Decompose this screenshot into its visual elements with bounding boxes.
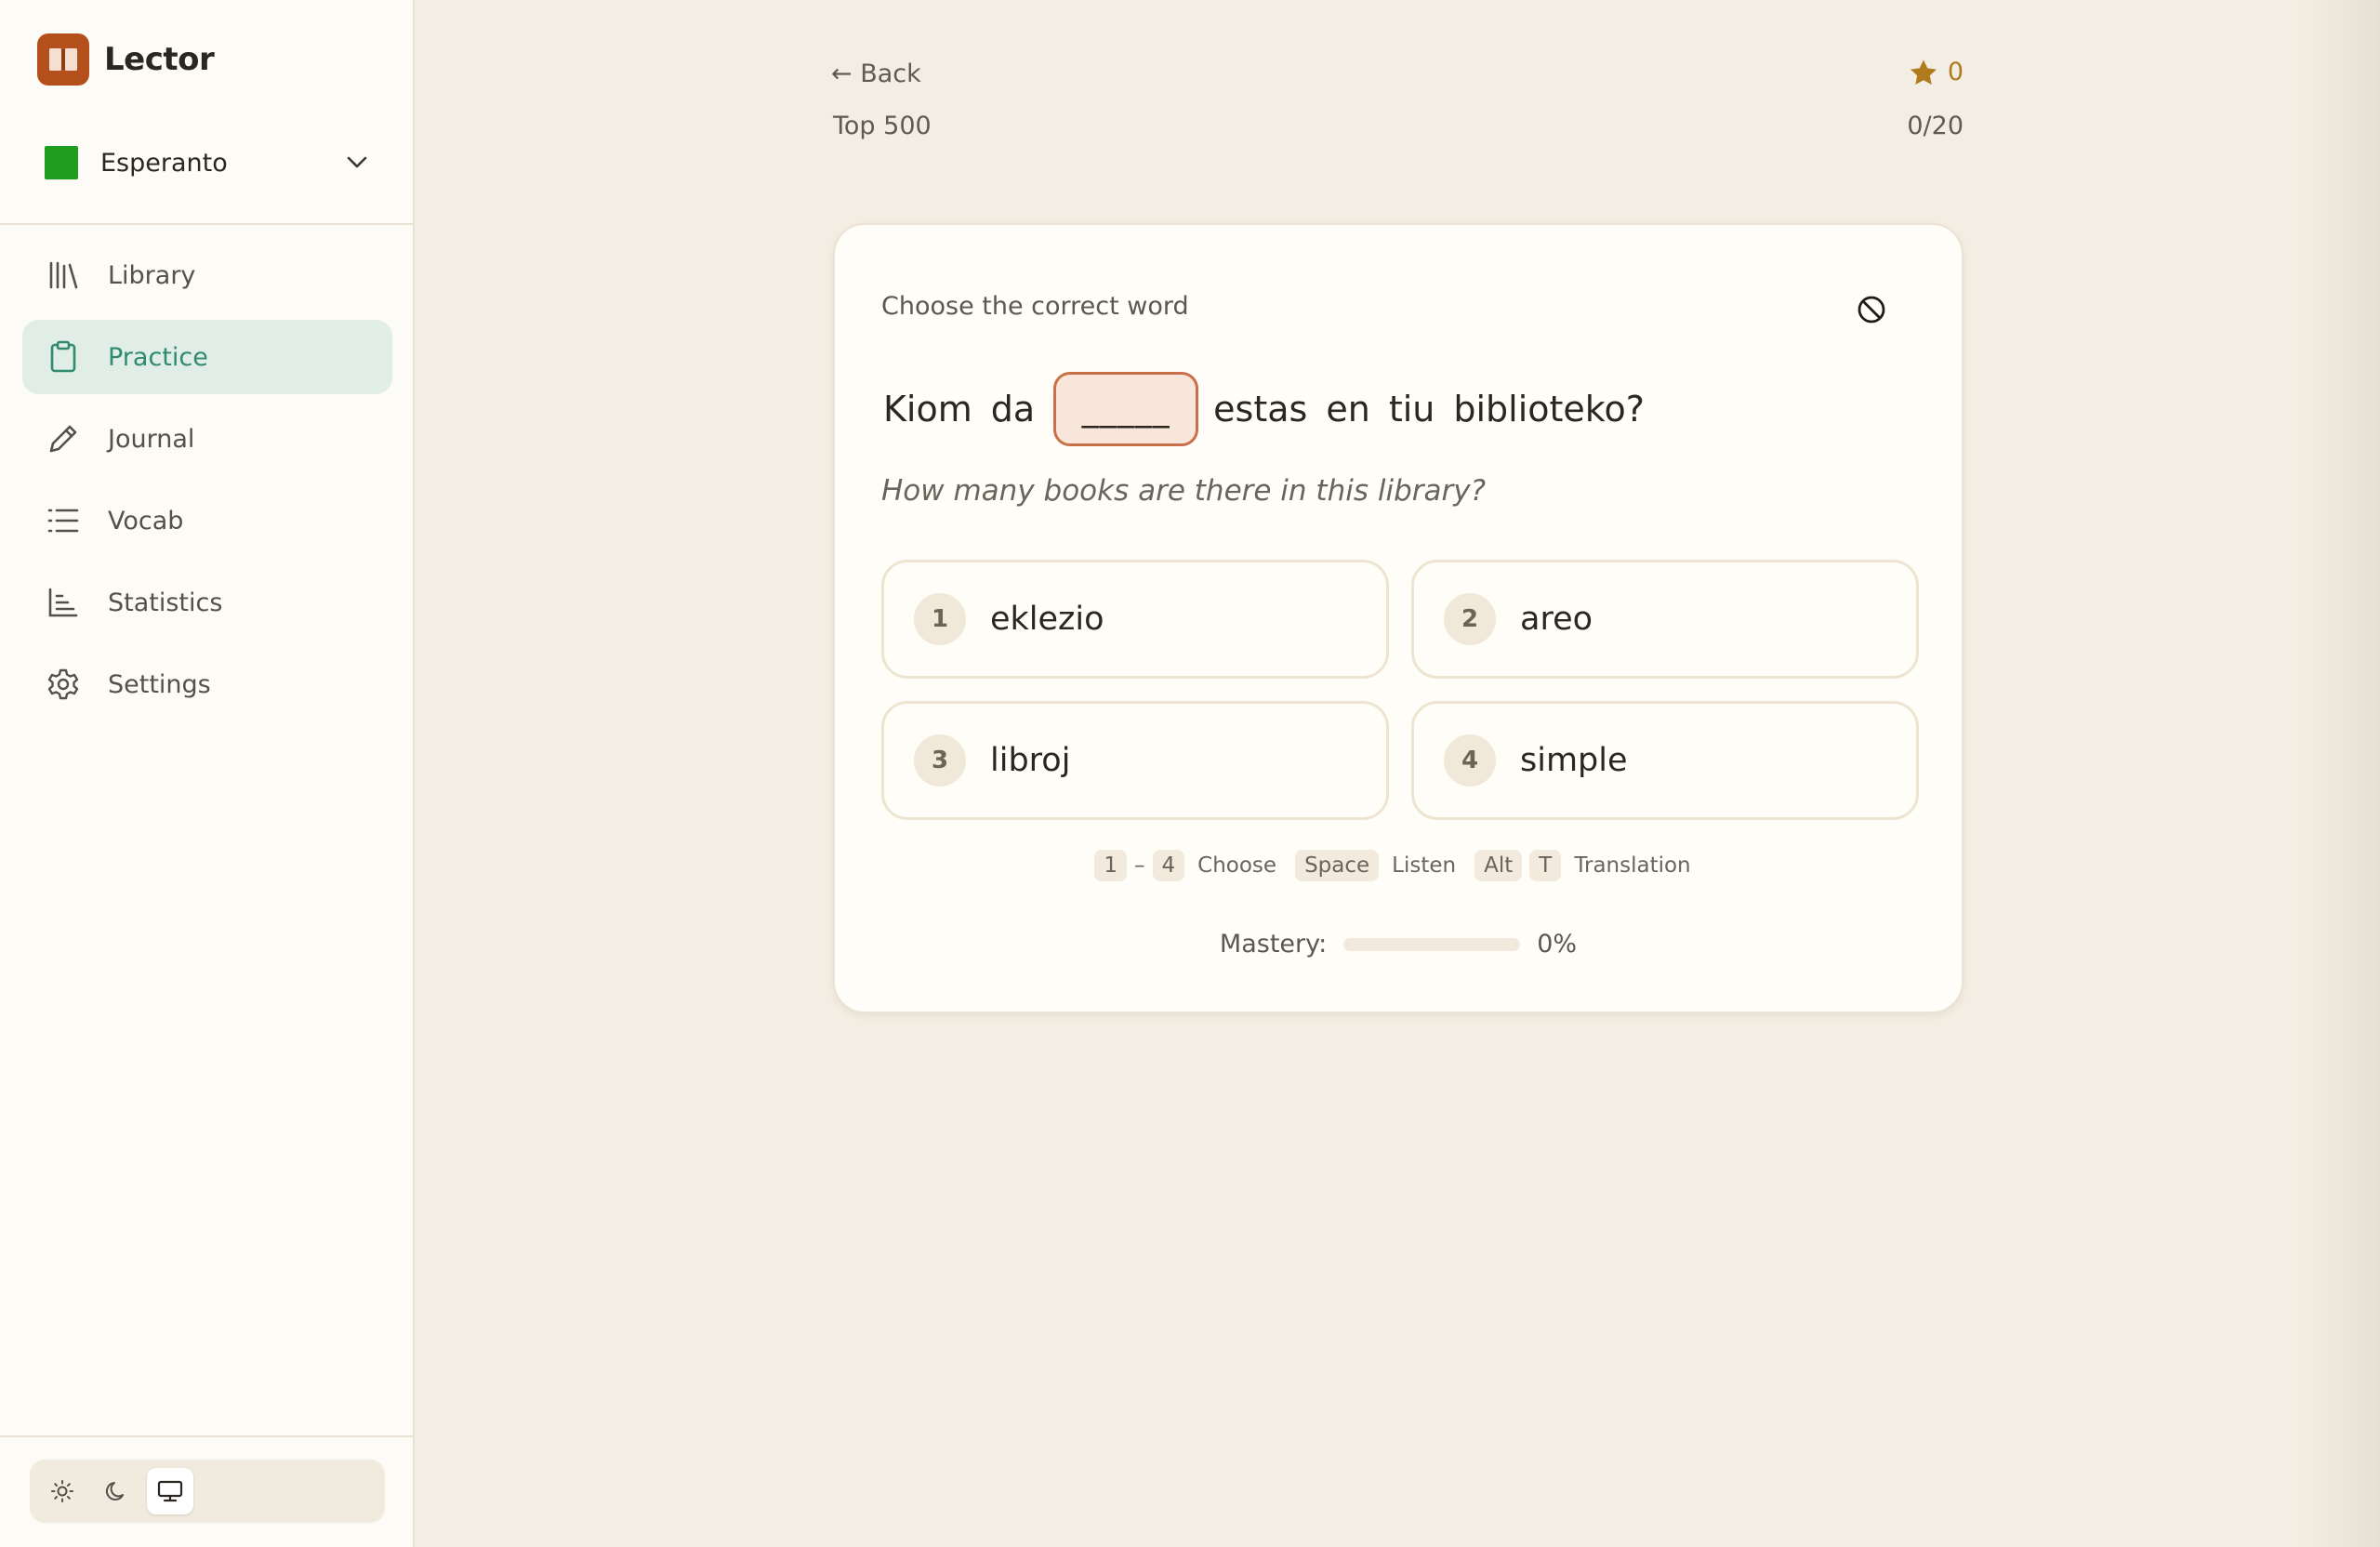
shortcut-key: T xyxy=(1529,850,1562,881)
brand[interactable]: Lector xyxy=(37,33,215,86)
answer-option-3[interactable]: 3 libroj xyxy=(881,701,1389,820)
sidebar-divider xyxy=(0,223,413,225)
option-word: areo xyxy=(1520,601,1593,638)
sentence-word: en xyxy=(1326,389,1370,430)
moon-icon xyxy=(105,1482,124,1501)
shortcut-range-dash: – xyxy=(1134,853,1145,878)
gear-icon xyxy=(45,666,82,703)
ban-icon xyxy=(1858,296,1885,324)
back-link[interactable]: ← Back xyxy=(831,60,921,88)
sentence-word: da xyxy=(990,389,1036,430)
shortcut-key: 1 xyxy=(1094,850,1127,881)
shortcut-key: 4 xyxy=(1152,850,1185,881)
sidebar: Lector Esperanto Library Practice Journa… xyxy=(0,0,415,1547)
sidebar-item-label: Library xyxy=(108,260,196,290)
mastery-value: 0% xyxy=(1537,930,1578,959)
sidebar-item-statistics[interactable]: Statistics xyxy=(22,565,392,640)
sentence-word: tiu xyxy=(1388,389,1435,430)
option-number: 4 xyxy=(1444,734,1496,787)
app-name: Lector xyxy=(104,41,215,78)
dark-theme-button[interactable] xyxy=(93,1468,139,1514)
exercise-sentence: Kiom da _____ estas en tiu biblioteko? xyxy=(883,372,1663,446)
deck-name: Top 500 xyxy=(833,112,932,140)
answer-option-4[interactable]: 4 simple xyxy=(1411,701,1919,820)
system-theme-button[interactable] xyxy=(147,1468,193,1514)
monitor-icon xyxy=(157,1480,183,1502)
exercise-card: Choose the correct word Kiom da _____ es… xyxy=(833,223,1964,1013)
mastery-indicator: Mastery: 0% xyxy=(835,930,1962,959)
option-word: libroj xyxy=(990,742,1071,779)
star-icon xyxy=(1910,60,1937,85)
sidebar-item-settings[interactable]: Settings xyxy=(22,647,392,721)
language-select[interactable]: Esperanto xyxy=(45,139,372,186)
shortcut-label: Choose xyxy=(1197,853,1277,878)
shortcut-key: Alt xyxy=(1474,850,1523,881)
stars-counter: 0 xyxy=(1904,58,1964,86)
option-word: simple xyxy=(1520,742,1628,779)
sidebar-item-vocab[interactable]: Vocab xyxy=(22,483,392,558)
answer-option-2[interactable]: 2 areo xyxy=(1411,560,1919,679)
sidebar-item-library[interactable]: Library xyxy=(22,238,392,312)
light-theme-button[interactable] xyxy=(39,1468,86,1514)
sidebar-item-label: Practice xyxy=(108,342,208,372)
shortcut-label: Translation xyxy=(1574,853,1691,878)
book-logo-icon xyxy=(37,33,89,86)
sidebar-item-label: Vocab xyxy=(108,506,184,536)
sidebar-item-label: Statistics xyxy=(108,588,223,617)
sentence-word: biblioteko? xyxy=(1453,389,1645,430)
theme-switcher xyxy=(30,1460,385,1523)
esperanto-flag-icon xyxy=(45,146,78,179)
sentence-translation: How many books are there in this library… xyxy=(881,474,1487,508)
exercise-instruction: Choose the correct word xyxy=(881,292,1189,321)
option-word: eklezio xyxy=(990,601,1104,638)
library-icon xyxy=(45,257,82,294)
shortcut-key: Space xyxy=(1295,850,1380,881)
app-window: Lector Esperanto Library Practice Journa… xyxy=(0,0,2380,1547)
option-number: 3 xyxy=(914,734,966,787)
sentence-word: Kiom xyxy=(883,389,972,430)
sentence-word: estas xyxy=(1213,389,1308,430)
sidebar-item-label: Journal xyxy=(108,424,195,454)
sidebar-item-journal[interactable]: Journal xyxy=(22,402,392,476)
pencil-icon xyxy=(45,420,82,457)
chevron-down-icon xyxy=(342,148,372,178)
list-icon xyxy=(45,502,82,539)
keyboard-shortcuts: 1 – 4 Choose Space Listen Alt T Translat… xyxy=(835,850,1962,881)
option-number: 1 xyxy=(914,593,966,645)
sidebar-divider xyxy=(0,1435,413,1437)
sidebar-nav: Library Practice Journal Vocab Statistic… xyxy=(22,238,392,729)
window-edge-shadow xyxy=(2296,0,2380,1547)
answer-option-1[interactable]: 1 eklezio xyxy=(881,560,1389,679)
sidebar-item-label: Settings xyxy=(108,669,211,699)
language-name: Esperanto xyxy=(100,148,228,178)
progress-count: 0/20 xyxy=(1907,112,1964,140)
sun-icon xyxy=(51,1480,73,1502)
skip-button[interactable] xyxy=(1848,286,1895,333)
option-number: 2 xyxy=(1444,593,1496,645)
clipboard-icon xyxy=(45,338,82,376)
stars-count: 0 xyxy=(1947,58,1964,86)
bar-chart-icon xyxy=(45,584,82,621)
answer-blank: _____ xyxy=(1053,372,1199,446)
shortcut-label: Listen xyxy=(1392,853,1457,878)
mastery-progress-bar xyxy=(1343,937,1521,951)
sidebar-item-practice[interactable]: Practice xyxy=(22,320,392,394)
mastery-label: Mastery: xyxy=(1219,930,1328,959)
